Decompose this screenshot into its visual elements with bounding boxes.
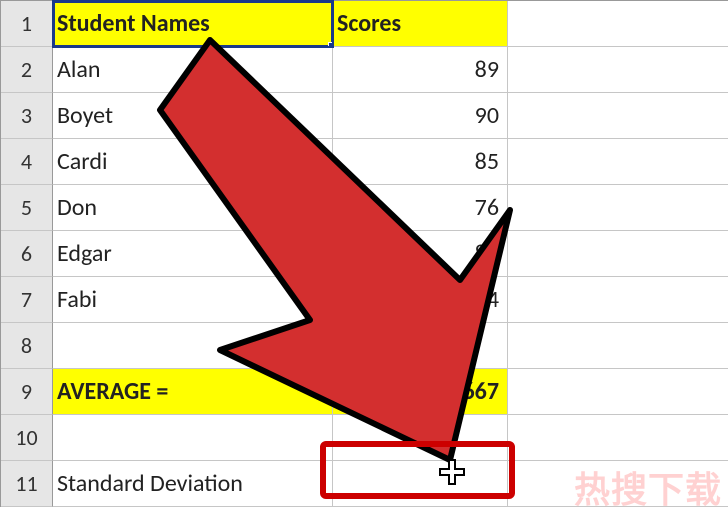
cell-stddev-label[interactable]: Standard Deviation (53, 461, 333, 507)
cell-score[interactable]: 80 (333, 231, 508, 277)
spreadsheet-grid[interactable]: 1 Student Names Scores 2 Alan 89 3 Boyet… (0, 0, 728, 507)
cell-name[interactable]: Alan (53, 47, 333, 93)
cell-score[interactable]: 76 (333, 185, 508, 231)
cell-name[interactable]: Boyet (53, 93, 333, 139)
cell-a1-header[interactable]: Student Names (53, 1, 333, 47)
cell-empty[interactable] (508, 93, 728, 139)
cell-score[interactable]: 85 (333, 139, 508, 185)
cell-empty[interactable] (508, 47, 728, 93)
cell-name[interactable]: Edgar (53, 231, 333, 277)
cell-c1[interactable] (508, 1, 728, 47)
row-header[interactable]: 10 (1, 415, 53, 461)
row-header[interactable]: 4 (1, 139, 53, 185)
row-header[interactable]: 2 (1, 47, 53, 93)
cell-empty[interactable] (508, 323, 728, 369)
row-header[interactable]: 7 (1, 277, 53, 323)
row-header[interactable]: 9 (1, 369, 53, 415)
row-header[interactable]: 3 (1, 93, 53, 139)
cell-empty[interactable] (508, 369, 728, 415)
cell-empty[interactable] (508, 185, 728, 231)
row-header[interactable]: 8 (1, 323, 53, 369)
cell-score[interactable]: 94 (333, 277, 508, 323)
cell-empty[interactable] (333, 415, 508, 461)
row-header[interactable]: 11 (1, 461, 53, 507)
cell-name[interactable]: Fabi (53, 277, 333, 323)
cell-name[interactable]: Cardi (53, 139, 333, 185)
cell-empty[interactable] (508, 277, 728, 323)
cell-empty[interactable] (508, 139, 728, 185)
fill-handle[interactable] (328, 42, 333, 47)
cell-average-label[interactable]: AVERAGE = (53, 369, 333, 415)
cell-score[interactable]: 89 (333, 47, 508, 93)
cell-empty[interactable] (53, 323, 333, 369)
cell-empty[interactable] (53, 415, 333, 461)
cell-average-value[interactable]: 66667 (333, 369, 508, 415)
cell-empty[interactable] (333, 323, 508, 369)
cell-empty[interactable] (508, 231, 728, 277)
watermark-text: 热搜下载 (574, 461, 722, 513)
cell-score[interactable]: 90 (333, 93, 508, 139)
cell-b1-header[interactable]: Scores (333, 1, 508, 47)
cell-empty[interactable] (508, 415, 728, 461)
row-header[interactable]: 1 (1, 1, 53, 47)
cell-name[interactable]: Don (53, 185, 333, 231)
header-student-names: Student Names (57, 9, 210, 38)
row-header[interactable]: 5 (1, 185, 53, 231)
header-scores: Scores (337, 9, 401, 38)
cell-stddev-value[interactable] (333, 461, 508, 507)
row-header[interactable]: 6 (1, 231, 53, 277)
